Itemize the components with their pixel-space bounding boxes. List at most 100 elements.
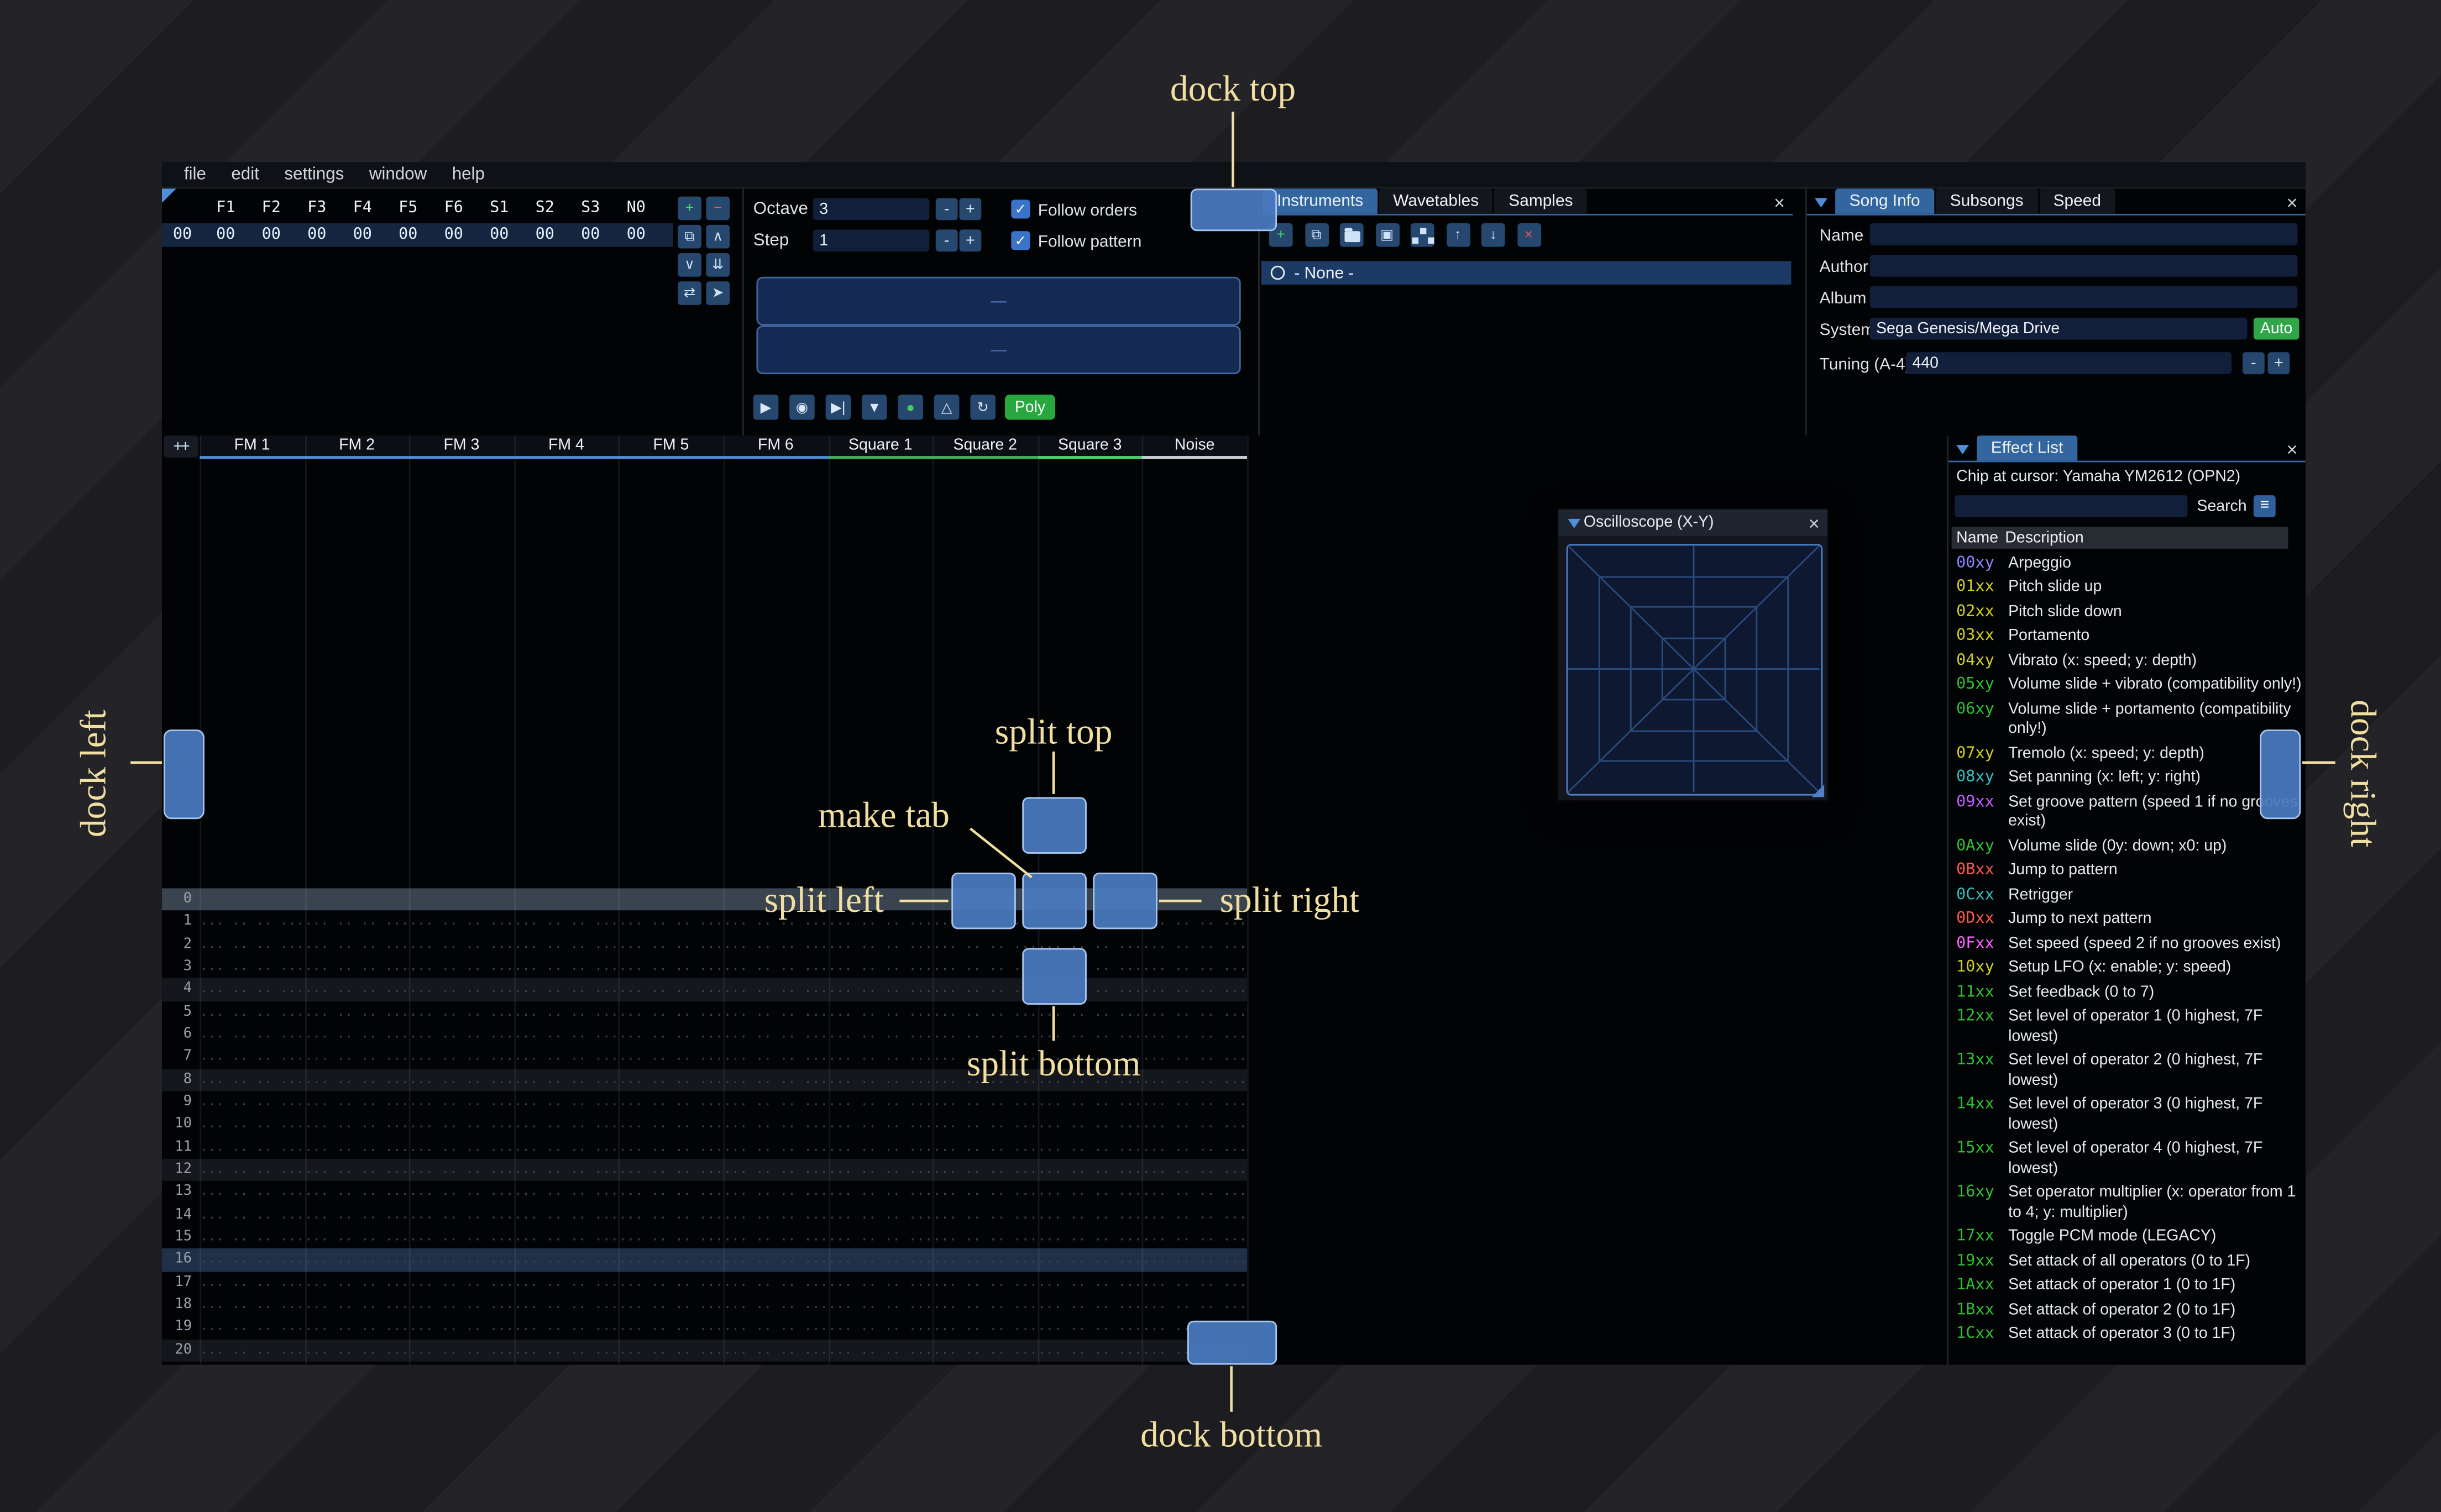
save-instrument-button[interactable]: ▣ xyxy=(1375,223,1399,247)
pattern-cell[interactable]: ... .. .. ... xyxy=(933,1342,1038,1358)
pattern-cell[interactable]: ... .. .. ... xyxy=(305,1297,409,1313)
order-cell[interactable]: 00 xyxy=(385,227,431,244)
menu-item-settings[interactable]: settings xyxy=(272,165,357,184)
pattern-cell[interactable]: ... .. .. ... xyxy=(724,1342,828,1358)
add-order-button[interactable]: + xyxy=(678,196,701,221)
order-edit-mode-button[interactable]: ➤ xyxy=(706,281,730,305)
pattern-row[interactable]: 21... .. .. ...... .. .. ...... .. .. ..… xyxy=(162,1361,1247,1364)
pattern-cell[interactable]: ... .. .. ... xyxy=(305,1094,409,1110)
pattern-cell[interactable]: ... .. .. ... xyxy=(1142,1275,1247,1290)
pattern-row[interactable]: 20... .. .. ...... .. .. ...... .. .. ..… xyxy=(162,1338,1248,1362)
dock-target-split-top[interactable] xyxy=(1022,797,1087,854)
pattern-cell[interactable]: ... .. .. ... xyxy=(933,1297,1038,1313)
pattern-cell[interactable]: ... .. .. ... xyxy=(305,937,409,952)
pattern-row[interactable]: 13... .. .. ...... .. .. ...... .. .. ..… xyxy=(162,1181,1247,1204)
order-cell[interactable]: 00 xyxy=(476,227,522,244)
pattern-cell[interactable]: ... .. .. ... xyxy=(619,982,723,998)
pattern-cell[interactable]: ... .. .. ... xyxy=(409,1342,514,1358)
pattern-cell[interactable]: ... .. .. ... xyxy=(1142,1297,1247,1313)
pattern-cell[interactable]: ... .. .. ... xyxy=(1038,1252,1142,1268)
dock-target-make-tab[interactable] xyxy=(1022,872,1087,930)
record-button[interactable]: ● xyxy=(898,395,924,420)
pattern-cell[interactable]: ... .. .. ... xyxy=(409,1072,514,1088)
tab-instruments[interactable]: Instruments xyxy=(1263,188,1377,214)
pattern-cell[interactable]: ... .. .. ... xyxy=(305,1320,409,1335)
order-cell[interactable]: 00 xyxy=(340,227,386,244)
pattern-cell[interactable]: ... .. .. ... xyxy=(724,937,828,952)
channel-header[interactable]: FM 4 xyxy=(514,435,619,459)
dock-target-split-bottom[interactable] xyxy=(1022,948,1087,1005)
octave-plus-button[interactable]: + xyxy=(959,198,982,221)
pattern-cell[interactable]: ... .. .. ... xyxy=(828,1004,933,1020)
pattern-cell[interactable]: ... .. .. ... xyxy=(409,982,514,998)
pattern-cell[interactable]: ... .. .. ... xyxy=(514,1252,619,1268)
order-cell[interactable]: 00 xyxy=(614,227,659,244)
pattern-row[interactable]: 5... .. .. ...... .. .. ...... .. .. ...… xyxy=(162,1001,1247,1023)
pattern-cell[interactable]: ... .. .. ... xyxy=(724,1207,828,1222)
pattern-cell[interactable]: ... .. .. ... xyxy=(619,1342,723,1358)
pattern-cell[interactable]: ... .. .. ... xyxy=(619,1117,723,1132)
pattern-cell[interactable]: ... .. .. ... xyxy=(1038,1004,1142,1020)
pattern-cell[interactable]: ... .. .. ... xyxy=(1142,1072,1247,1088)
pattern-cell[interactable]: ... .. .. ... xyxy=(828,1162,933,1178)
pattern-cell[interactable]: ... .. .. ... xyxy=(200,1320,304,1335)
pattern-row[interactable]: 11... .. .. ...... .. .. ...... .. .. ..… xyxy=(162,1136,1247,1159)
pattern-cell[interactable]: ... .. .. ... xyxy=(828,959,933,975)
pattern-cell[interactable]: ... .. .. ... xyxy=(828,1275,933,1290)
instrument-list-item[interactable]: - None - xyxy=(1261,261,1792,285)
pattern-cell[interactable]: ... .. .. ... xyxy=(514,959,619,975)
pattern-row[interactable]: 17... .. .. ...... .. .. ...... .. .. ..… xyxy=(162,1271,1247,1294)
pattern-cell[interactable]: ... .. .. ... xyxy=(514,1320,619,1335)
pattern-cell[interactable]: ... .. .. ... xyxy=(305,1275,409,1290)
pattern-cell[interactable]: ... .. .. ... xyxy=(619,959,723,975)
follow-pattern-checkbox[interactable]: ✓ xyxy=(1011,231,1030,250)
pattern-cell[interactable]: ... .. .. ... xyxy=(619,1297,723,1313)
pattern-cell[interactable]: ... .. .. ... xyxy=(305,1342,409,1358)
pattern-cell[interactable]: ... .. .. ... xyxy=(1142,1230,1247,1245)
pattern-cell[interactable]: ... .. .. ... xyxy=(1142,1027,1247,1042)
pattern-cell[interactable]: ... .. .. ... xyxy=(514,1140,619,1155)
pattern-cell[interactable]: ... .. .. ... xyxy=(1142,982,1247,998)
pattern-cell[interactable]: ... .. .. ... xyxy=(1142,937,1247,952)
pattern-cell[interactable]: ... .. .. ... xyxy=(1142,1184,1247,1200)
pattern-cell[interactable]: ... .. .. ... xyxy=(828,1342,933,1358)
pattern-cell[interactable]: ... .. .. ... xyxy=(724,1027,828,1042)
system-input[interactable] xyxy=(1869,317,2248,340)
order-cell[interactable]: 00 xyxy=(294,227,340,244)
pattern-cell[interactable]: ... .. .. ... xyxy=(828,1297,933,1313)
tab-subsongs[interactable]: Subsongs xyxy=(1936,188,2038,214)
pattern-cell[interactable]: ... .. .. ... xyxy=(305,1027,409,1042)
pattern-cell[interactable]: ... .. .. ... xyxy=(619,1320,723,1335)
pattern-cell[interactable]: ... .. .. ... xyxy=(1142,1094,1247,1110)
pattern-cell[interactable]: ... .. .. ... xyxy=(1142,1117,1247,1132)
channel-header[interactable]: Square 1 xyxy=(828,435,933,459)
channel-header[interactable]: Square 2 xyxy=(933,435,1038,459)
pattern-cell[interactable]: ... .. .. ... xyxy=(724,1275,828,1290)
pattern-cell[interactable]: ... .. .. ... xyxy=(1038,1207,1142,1222)
pattern-cell[interactable]: ... .. .. ... xyxy=(619,1184,723,1200)
pattern-cell[interactable]: ... .. .. ... xyxy=(409,1184,514,1200)
pattern-cell[interactable]: ... .. .. ... xyxy=(619,892,723,907)
step-plus-button[interactable]: + xyxy=(959,229,982,252)
pattern-cell[interactable]: ... .. .. ... xyxy=(1038,1162,1142,1178)
pattern-cell[interactable]: ... .. .. ... xyxy=(200,1027,304,1042)
collapse-icon[interactable] xyxy=(1568,518,1581,528)
pattern-cell[interactable]: ... .. .. ... xyxy=(1142,1004,1247,1020)
pattern-cell[interactable]: ... .. .. ... xyxy=(828,1320,933,1335)
pattern-cell[interactable]: ... .. .. ... xyxy=(514,1004,619,1020)
menu-item-help[interactable]: help xyxy=(439,165,497,184)
pattern-cell[interactable]: ... .. .. ... xyxy=(933,937,1038,952)
pattern-cell[interactable]: ... .. .. ... xyxy=(933,1252,1038,1268)
pattern-cell[interactable]: ... .. .. ... xyxy=(1038,1027,1142,1042)
pattern-cell[interactable]: ... .. .. ... xyxy=(1038,1140,1142,1155)
pattern-cell[interactable]: ... .. .. ... xyxy=(1038,1275,1142,1290)
channel-header[interactable]: Noise xyxy=(1142,435,1247,459)
collapse-icon[interactable] xyxy=(1815,198,1827,208)
order-down-button[interactable]: ∨ xyxy=(678,253,701,277)
pattern-cell[interactable]: ... .. .. ... xyxy=(1142,959,1247,975)
order-cell[interactable]: 00 xyxy=(431,227,477,244)
close-icon[interactable]: × xyxy=(2287,439,2298,461)
pattern-cell[interactable]: ... .. .. ... xyxy=(828,1117,933,1132)
channel-header[interactable]: FM 2 xyxy=(304,435,410,459)
pattern-cell[interactable]: ... .. .. ... xyxy=(933,1320,1038,1335)
